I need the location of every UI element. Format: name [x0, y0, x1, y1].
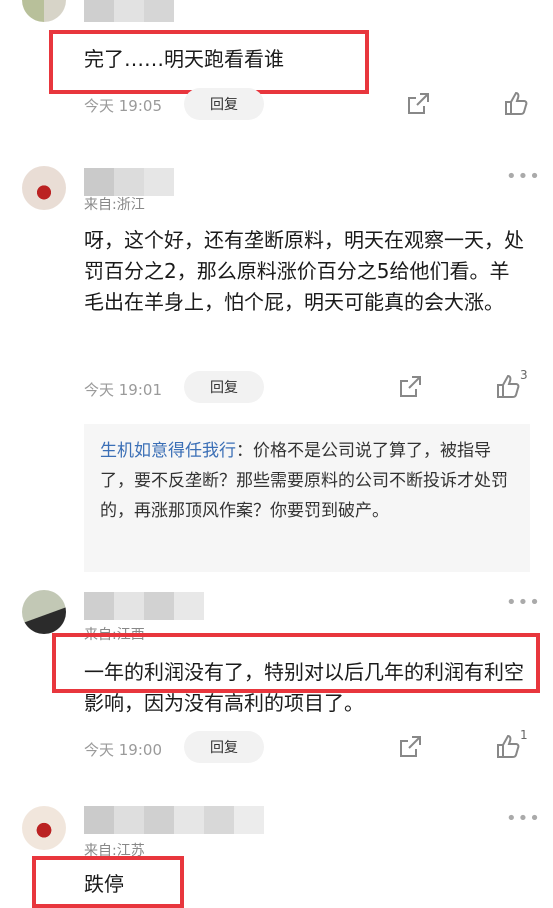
avatar[interactable]: [22, 590, 66, 634]
comment-time: 今天 19:01: [84, 381, 162, 399]
reply-button[interactable]: 回复: [184, 731, 264, 763]
username-blurred[interactable]: [84, 168, 174, 196]
like-count: 1: [520, 728, 528, 742]
more-icon[interactable]: •••: [506, 166, 541, 187]
avatar[interactable]: [22, 166, 66, 210]
username-blurred[interactable]: [84, 592, 204, 620]
comment-time: 今天 19:00: [84, 741, 162, 759]
avatar[interactable]: [22, 806, 66, 850]
reply-button[interactable]: 回复: [184, 88, 264, 120]
comment-time: 今天 19:05: [84, 97, 162, 115]
thumbs-up-icon[interactable]: [494, 733, 522, 761]
comment-location: 来自:浙江: [84, 197, 145, 213]
highlight-box: [49, 30, 369, 94]
share-icon[interactable]: [396, 733, 424, 761]
more-icon[interactable]: •••: [506, 592, 541, 613]
sub-reply-text: 生机如意得任我行：价格不是公司说了算了，被指导了，要不反垄断？那些需要原料的公司…: [100, 436, 510, 526]
username-blurred[interactable]: [84, 0, 174, 22]
sub-reply[interactable]: 生机如意得任我行：价格不是公司说了算了，被指导了，要不反垄断？那些需要原料的公司…: [84, 424, 530, 572]
share-icon[interactable]: [404, 90, 432, 118]
thumbs-up-icon[interactable]: [494, 373, 522, 401]
thumbs-up-icon[interactable]: [502, 90, 530, 118]
username-blurred[interactable]: [84, 806, 264, 834]
like-count: 3: [520, 368, 528, 382]
highlight-box: [52, 633, 540, 693]
more-icon[interactable]: •••: [506, 808, 541, 829]
avatar[interactable]: [22, 0, 66, 22]
highlight-box: [32, 856, 184, 908]
comment-text: 呀，这个好，还有垄断原料，明天在观察一天，处罚百分之2，那么原料涨价百分之5给他…: [84, 228, 524, 314]
reply-button[interactable]: 回复: [184, 371, 264, 403]
sub-reply-author[interactable]: 生机如意得任我行: [100, 441, 236, 461]
share-icon[interactable]: [396, 373, 424, 401]
